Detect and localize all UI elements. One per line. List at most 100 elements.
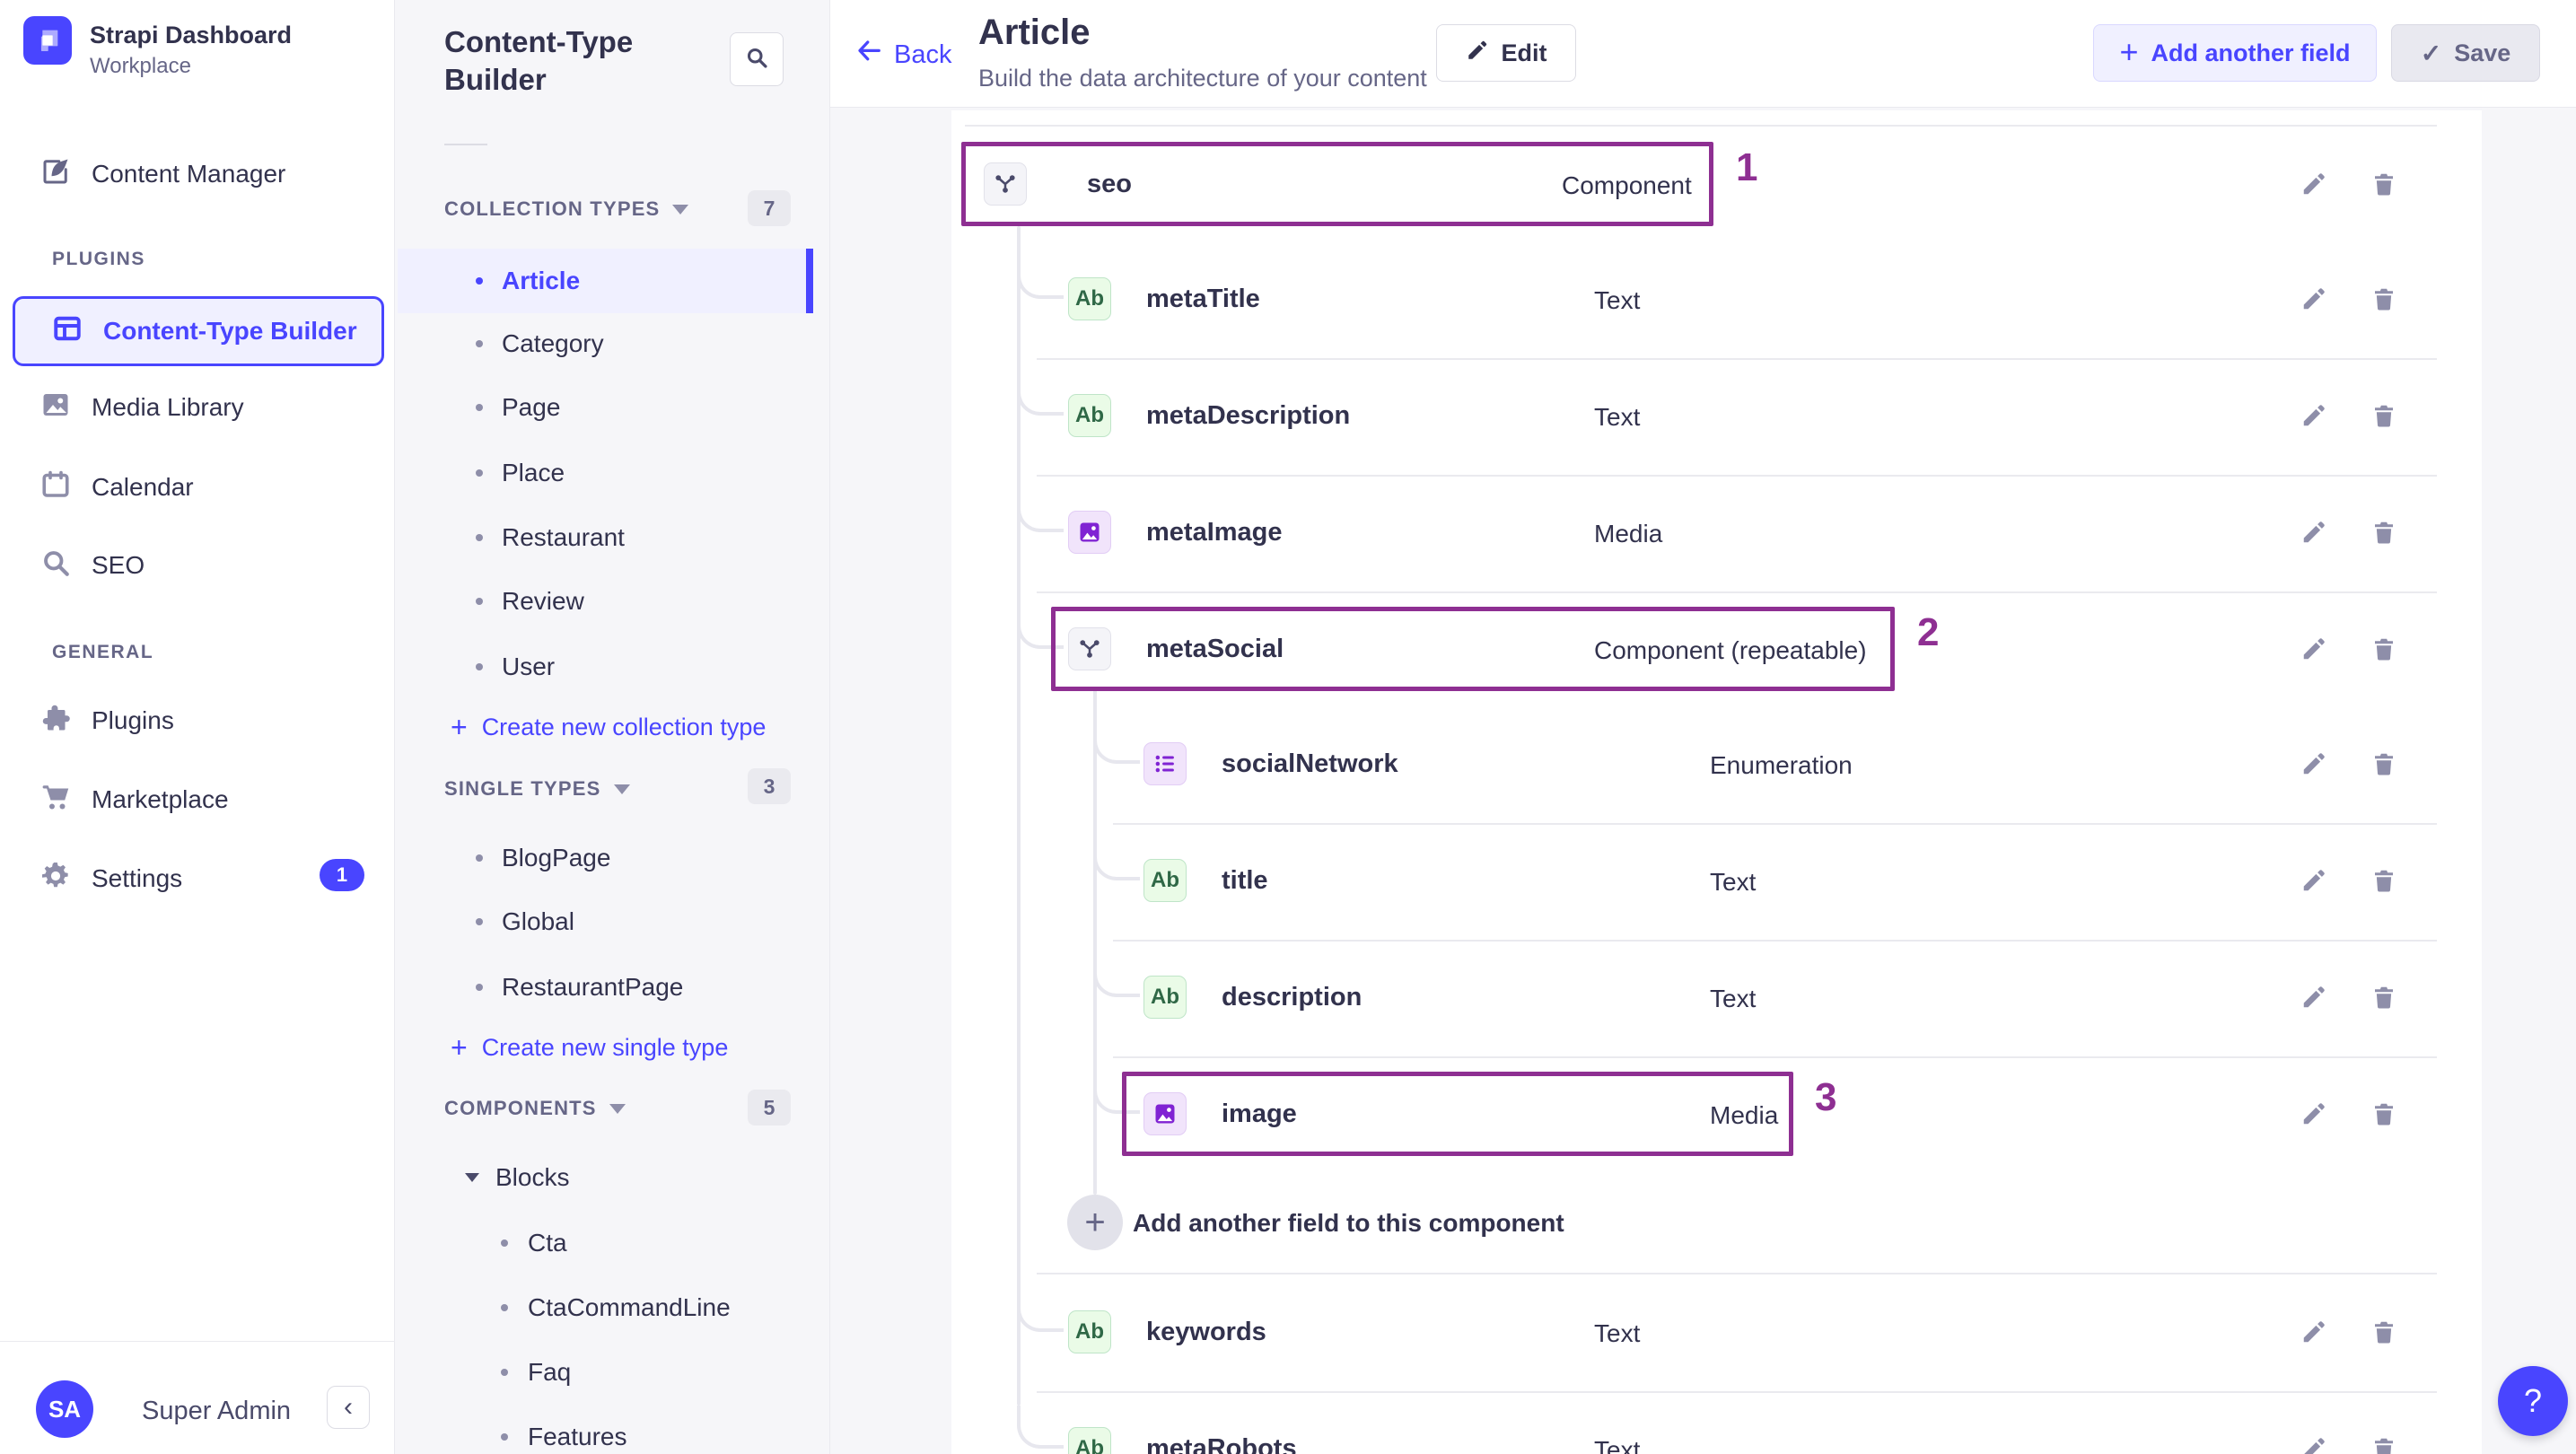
field-name: socialNetwork [1222, 749, 1398, 778]
field-type: Component (repeatable) [1594, 636, 1867, 664]
subnav-item-label: BlogPage [502, 844, 611, 872]
sidebar-item-settings[interactable]: Settings [39, 857, 182, 900]
sidebar-item-content-type-builder[interactable]: Content-Type Builder [13, 296, 384, 366]
edit-field-button[interactable] [2296, 514, 2332, 550]
edit-field-button[interactable] [2296, 979, 2332, 1015]
field-row-description: Ab description Text [951, 956, 2482, 1038]
ab-glyph: Ab [1075, 286, 1104, 311]
delete-field-button[interactable] [2366, 746, 2402, 782]
check-icon: ✓ [2420, 39, 2442, 67]
bullet-icon [501, 1239, 508, 1247]
bullet-icon [501, 1433, 508, 1441]
annotation-number-1: 1 [1736, 145, 1758, 189]
delete-field-button[interactable] [2366, 1096, 2402, 1132]
subnav-divider [444, 144, 487, 145]
sidebar-item-calendar[interactable]: Calendar [39, 466, 194, 509]
arrow-left-icon [854, 38, 883, 72]
subnav-item-restaurantpage[interactable]: RestaurantPage [398, 955, 813, 1020]
components-header[interactable]: COMPONENTS [444, 1097, 626, 1120]
field-name: title [1222, 866, 1268, 895]
delete-field-button[interactable] [2366, 979, 2402, 1015]
bullet-icon [476, 854, 483, 862]
field-type: Media [1710, 1101, 1779, 1129]
create-single-type-link[interactable]: + Create new single type [451, 1028, 728, 1067]
add-field-to-component-label[interactable]: Add another field to this component [1133, 1209, 1564, 1238]
active-indicator [806, 249, 813, 313]
field-row-metasocial: metaSocial Component (repeatable) [951, 608, 2482, 690]
bullet-icon [476, 534, 483, 541]
plus-icon: + [1084, 1202, 1106, 1242]
delete-field-button[interactable] [2366, 1314, 2402, 1350]
sidebar-item-label: Content Manager [92, 160, 286, 188]
edit-field-button[interactable] [2296, 863, 2332, 898]
delete-field-button[interactable] [2366, 166, 2402, 202]
create-collection-type-link[interactable]: + Create new collection type [451, 707, 766, 747]
annotation-number-2: 2 [1917, 610, 1940, 654]
subnav-item-blogpage[interactable]: BlogPage [398, 826, 813, 890]
edit-field-button[interactable] [2296, 1096, 2332, 1132]
puzzle-icon [39, 702, 72, 740]
field-type: Media [1594, 520, 1663, 547]
avatar[interactable]: SA [36, 1380, 93, 1438]
subnav-item-ctacommandline[interactable]: CtaCommandLine [398, 1275, 813, 1340]
subnav-item-review[interactable]: Review [398, 569, 813, 634]
sidebar-item-marketplace[interactable]: Marketplace [39, 778, 229, 821]
single-types-header[interactable]: SINGLE TYPES [444, 777, 630, 801]
edit-field-button[interactable] [2296, 281, 2332, 317]
sidebar-item-seo[interactable]: SEO [39, 544, 145, 587]
subnav-item-user[interactable]: User [398, 635, 813, 699]
delete-field-button[interactable] [2366, 281, 2402, 317]
delete-field-button[interactable] [2366, 1431, 2402, 1454]
ctb-subnav: Content-Type Builder COLLECTION TYPES 7 … [395, 0, 830, 1454]
subnav-item-article[interactable]: Article [398, 249, 813, 313]
subnav-item-category[interactable]: Category [398, 311, 813, 376]
back-label: Back [894, 39, 952, 69]
component-category-blocks[interactable]: Blocks [465, 1145, 569, 1210]
delete-field-button[interactable] [2366, 398, 2402, 434]
strapi-logo[interactable] [23, 16, 72, 65]
field-row-socialnetwork: socialNetwork Enumeration [951, 723, 2482, 805]
collapse-sidebar-button[interactable]: ‹ [327, 1386, 370, 1429]
chevron-down-icon [609, 1103, 626, 1114]
main-sidebar: Strapi Dashboard Workplace Content Manag… [0, 0, 395, 1454]
row-divider [1113, 823, 2437, 825]
subnav-item-global[interactable]: Global [398, 889, 813, 954]
subnav-item-label: Place [502, 459, 565, 486]
edit-button[interactable]: Edit [1436, 24, 1576, 82]
sidebar-item-content-manager[interactable]: Content Manager [39, 153, 285, 196]
chevron-down-icon [465, 1173, 479, 1182]
edit-field-button[interactable] [2296, 1314, 2332, 1350]
delete-field-button[interactable] [2366, 514, 2402, 550]
field-type: Enumeration [1710, 751, 1853, 779]
subnav-item-restaurant[interactable]: Restaurant [398, 505, 813, 570]
sidebar-item-label: Settings [92, 864, 183, 892]
sidebar-item-media-library[interactable]: Media Library [39, 386, 244, 429]
edit-field-button[interactable] [2296, 398, 2332, 434]
subnav-item-features[interactable]: Features [398, 1405, 813, 1454]
delete-field-button[interactable] [2366, 631, 2402, 667]
edit-field-button[interactable] [2296, 1431, 2332, 1454]
add-another-field-button[interactable]: + Add another field [2093, 24, 2377, 82]
delete-field-button[interactable] [2366, 863, 2402, 898]
search-button[interactable] [730, 32, 784, 86]
edit-field-button[interactable] [2296, 166, 2332, 202]
subnav-item-label: Global [502, 907, 574, 935]
back-button[interactable]: Back [854, 38, 951, 72]
sidebar-item-plugins[interactable]: Plugins [39, 699, 174, 742]
subnav-item-cta[interactable]: Cta [398, 1211, 813, 1275]
bullet-icon [476, 598, 483, 605]
media-field-icon [1143, 1092, 1187, 1135]
pencil-icon [1466, 39, 1489, 68]
subnav-item-page[interactable]: Page [398, 375, 813, 440]
add-field-to-component-button[interactable]: + [1067, 1195, 1123, 1250]
edit-field-button[interactable] [2296, 631, 2332, 667]
save-button[interactable]: ✓ Save [2391, 24, 2540, 82]
field-name: metaImage [1146, 518, 1283, 547]
help-button[interactable]: ? [2498, 1366, 2568, 1436]
bullet-icon [476, 277, 483, 285]
subnav-item-faq[interactable]: Faq [398, 1340, 813, 1405]
collection-types-header[interactable]: COLLECTION TYPES [444, 197, 689, 221]
edit-field-button[interactable] [2296, 746, 2332, 782]
text-field-icon: Ab [1068, 1427, 1111, 1454]
subnav-item-place[interactable]: Place [398, 441, 813, 505]
